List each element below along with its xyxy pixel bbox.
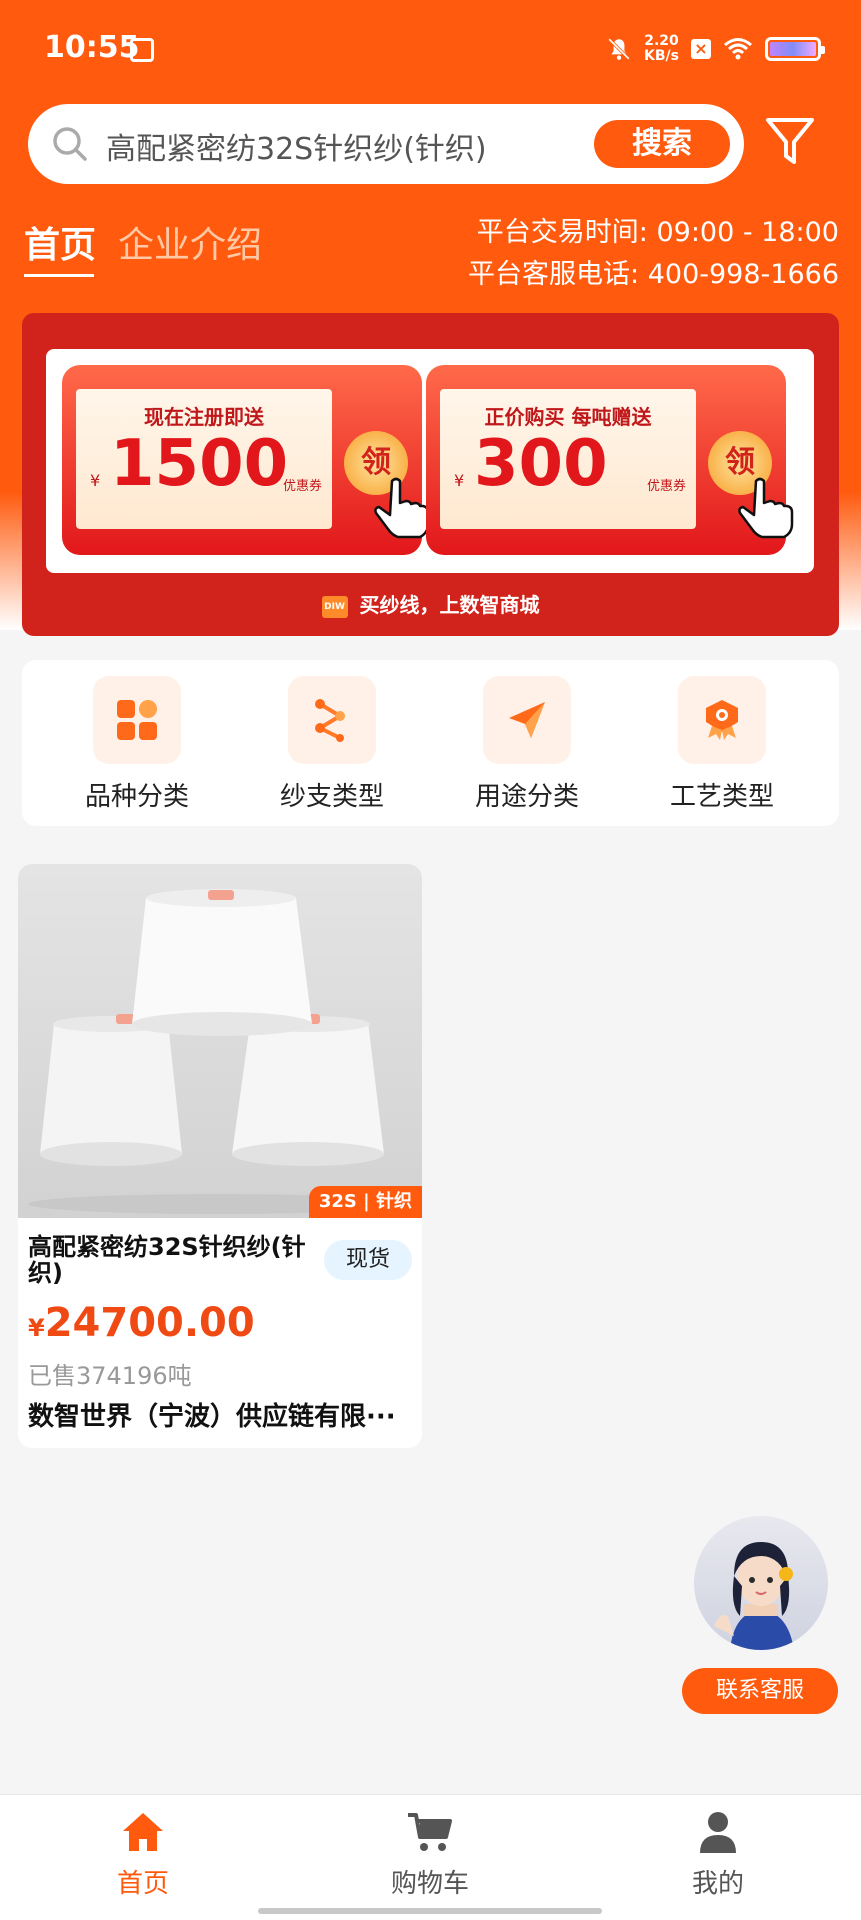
coupon-amount: 300	[474, 427, 608, 501]
yarn-cones-image	[28, 889, 408, 1214]
nav-home[interactable]: 首页	[43, 1809, 243, 1900]
customer-service-avatar[interactable]	[694, 1516, 828, 1650]
price-value: 24700.00	[44, 1300, 255, 1346]
category-grid: 品种分类 纱支类型 用途分类 工艺类型	[22, 660, 839, 826]
grid-icon	[93, 676, 181, 764]
stock-badge: 现货	[324, 1240, 412, 1280]
banner-coupons: 现在注册即送 ¥ 1500 优惠券 领 正价购买 每吨赠送 ¥ 300 优惠券 …	[46, 349, 814, 573]
promo-banner[interactable]: 现在注册即送 ¥ 1500 优惠券 领 正价购买 每吨赠送 ¥ 300 优惠券 …	[22, 313, 839, 636]
contact-service-button[interactable]: 联系客服	[682, 1668, 838, 1714]
net-speed-value: 2.20	[644, 33, 679, 49]
battery-icon	[765, 37, 825, 61]
search-icon	[53, 127, 87, 161]
cart-icon	[408, 1813, 452, 1851]
coupon-purchase[interactable]: 正价购买 每吨赠送 ¥ 300 优惠券 领	[426, 365, 794, 555]
category-label: 用途分类	[474, 782, 579, 812]
wifi-icon	[724, 38, 752, 60]
net-speed-unit: KB/s	[644, 48, 679, 64]
product-name: 高配紧密纺32S针织纱(针织)	[28, 1233, 306, 1287]
net-speed: 2.20 KB/s	[644, 34, 679, 64]
product-image	[18, 864, 422, 1218]
hand-pointer-icon	[374, 477, 430, 539]
product-sold-count: 已售374196吨	[28, 1362, 192, 1390]
nav-cart[interactable]: 购物车	[330, 1809, 530, 1900]
category-usage[interactable]: 用途分类	[447, 676, 607, 813]
home-indicator[interactable]	[258, 1908, 602, 1914]
calendar-icon	[130, 38, 154, 62]
hand-pointer-icon	[738, 477, 794, 539]
filter-icon[interactable]	[764, 114, 816, 170]
coupon-title: 正价购买 每吨赠送	[484, 405, 652, 429]
coupon-register[interactable]: 现在注册即送 ¥ 1500 优惠券 领	[62, 365, 430, 555]
coupon-title: 现在注册即送	[144, 405, 264, 429]
coupon-ticket: 正价购买 每吨赠送 ¥ 300 优惠券	[440, 389, 696, 529]
price-currency: ¥	[28, 1314, 45, 1342]
coupon-currency: ¥	[90, 471, 101, 490]
tab-company-intro[interactable]: 企业介绍	[118, 216, 262, 268]
coupon-currency: ¥	[454, 471, 465, 490]
diw-logo: DIW	[321, 595, 348, 618]
nav-label: 购物车	[390, 1869, 469, 1899]
badge-icon	[678, 676, 766, 764]
bell-muted-icon	[608, 38, 630, 60]
coupon-amount: 1500	[110, 427, 289, 501]
category-variety[interactable]: 品种分类	[57, 676, 217, 813]
product-price: ¥24700.00	[28, 1300, 255, 1346]
search-bar[interactable]: 高配紧密纺32S针织纱(针织) 搜索	[28, 104, 744, 184]
category-yarn-count[interactable]: 纱支类型	[252, 676, 412, 813]
search-input[interactable]: 高配紧密纺32S针织纱(针织)	[106, 124, 487, 168]
product-card[interactable]: 32S | 针织 高配紧密纺32S针织纱(针织) 现货 ¥24700.00 已售…	[18, 864, 422, 1448]
branch-icon	[288, 676, 376, 764]
send-icon	[483, 676, 571, 764]
status-bar: 10:55 2.20 KB/s ×	[0, 0, 861, 100]
banner-slogan-text: 买纱线，上数智商城	[359, 593, 540, 617]
coupon-ticket: 现在注册即送 ¥ 1500 优惠券	[76, 389, 332, 529]
tab-home[interactable]: 首页	[24, 216, 96, 268]
nav-label: 首页	[116, 1869, 169, 1899]
banner-slogan: DIW 买纱线，上数智商城	[22, 589, 839, 618]
coupon-unit: 优惠券	[282, 479, 322, 494]
product-spec-tag: 32S | 针织	[308, 1186, 422, 1218]
category-label: 品种分类	[84, 782, 189, 812]
nav-label: 我的	[691, 1869, 744, 1899]
home-icon	[123, 1813, 163, 1851]
service-phone: 平台客服电话: 400-998-1666	[468, 259, 839, 290]
agent-avatar-icon	[714, 1542, 794, 1650]
sim-off-icon: ×	[691, 39, 711, 59]
coupon-unit: 优惠券	[646, 479, 686, 494]
category-process[interactable]: 工艺类型	[642, 676, 802, 813]
status-icons: 2.20 KB/s ×	[606, 34, 825, 64]
tab-active-indicator	[24, 274, 94, 277]
status-time: 10:55	[44, 30, 140, 65]
platform-info: 平台交易时间: 09:00 - 18:00 平台客服电话: 400-998-16…	[468, 212, 839, 296]
bottom-navigation: 首页 购物车 我的	[0, 1794, 861, 1920]
product-company: 数智世界（宁波）供应链有限···	[28, 1402, 396, 1432]
category-label: 工艺类型	[669, 782, 774, 812]
user-icon	[700, 1812, 736, 1853]
category-label: 纱支类型	[279, 782, 384, 812]
nav-profile[interactable]: 我的	[618, 1809, 818, 1900]
trading-hours: 平台交易时间: 09:00 - 18:00	[476, 217, 839, 248]
search-button[interactable]: 搜索	[594, 120, 730, 168]
